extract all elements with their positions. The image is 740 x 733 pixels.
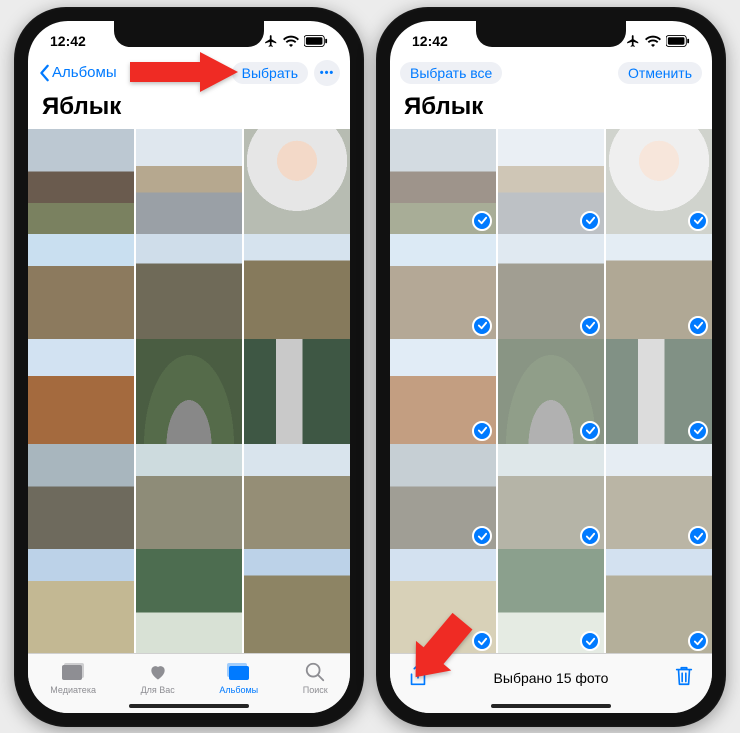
photo-thumbnail[interactable] bbox=[28, 549, 134, 652]
home-indicator[interactable] bbox=[491, 704, 611, 708]
photo-thumbnail[interactable] bbox=[498, 444, 604, 550]
tab-label: Альбомы bbox=[219, 685, 258, 695]
photo-thumbnail[interactable] bbox=[28, 339, 134, 445]
selection-status: Выбрано 15 фото bbox=[494, 670, 609, 686]
photo-thumbnail[interactable] bbox=[606, 339, 712, 445]
photo-thumbnail[interactable] bbox=[606, 234, 712, 340]
photo-grid[interactable] bbox=[28, 129, 350, 653]
photo-thumbnail[interactable] bbox=[136, 444, 242, 550]
photo-thumbnail[interactable] bbox=[498, 549, 604, 652]
select-button[interactable]: Выбрать bbox=[232, 62, 308, 84]
tab-label: Поиск bbox=[303, 685, 328, 695]
tab-search[interactable]: Поиск bbox=[303, 661, 328, 695]
photo-thumbnail[interactable] bbox=[390, 129, 496, 235]
selection-checkmark bbox=[472, 421, 492, 441]
photo-grid[interactable] bbox=[390, 129, 712, 653]
nav-bar-left: Альбомы Выбрать ••• bbox=[28, 55, 350, 91]
select-all-button[interactable]: Выбрать все bbox=[400, 62, 502, 84]
share-icon bbox=[408, 664, 428, 688]
photo-thumbnail[interactable] bbox=[498, 234, 604, 340]
selection-checkmark bbox=[580, 526, 600, 546]
chevron-left-icon bbox=[38, 64, 52, 82]
selection-checkmark bbox=[580, 316, 600, 336]
photo-thumbnail[interactable] bbox=[244, 339, 350, 445]
delete-button[interactable] bbox=[674, 665, 694, 692]
screen-right: 12:42 Выбрать все Отменить Яблык Выбрано… bbox=[390, 21, 712, 713]
tab-albums[interactable]: Альбомы bbox=[219, 661, 258, 695]
status-time: 12:42 bbox=[50, 33, 86, 49]
wifi-icon bbox=[283, 35, 299, 47]
selection-checkmark bbox=[688, 421, 708, 441]
tab-label: Для Вас bbox=[141, 685, 175, 695]
tab-library[interactable]: Медиатека bbox=[50, 661, 96, 695]
photo-thumbnail[interactable] bbox=[498, 339, 604, 445]
cancel-button[interactable]: Отменить bbox=[618, 62, 702, 84]
photo-thumbnail[interactable] bbox=[244, 444, 350, 550]
airplane-icon bbox=[264, 34, 278, 48]
back-button[interactable]: Альбомы bbox=[38, 64, 117, 82]
status-indicators bbox=[626, 34, 690, 48]
phone-left: 12:42 Альбомы Выбрать ••• Яблык Медиатек… bbox=[14, 7, 364, 727]
photo-thumbnail[interactable] bbox=[498, 129, 604, 235]
selection-checkmark bbox=[688, 526, 708, 546]
trash-icon bbox=[674, 665, 694, 687]
foryou-icon bbox=[146, 661, 170, 683]
selection-checkmark bbox=[580, 421, 600, 441]
battery-icon bbox=[304, 35, 328, 47]
notch bbox=[476, 21, 626, 47]
photo-thumbnail[interactable] bbox=[136, 234, 242, 340]
selection-checkmark bbox=[688, 631, 708, 651]
selection-checkmark bbox=[580, 211, 600, 231]
photo-thumbnail[interactable] bbox=[390, 339, 496, 445]
selection-checkmark bbox=[472, 631, 492, 651]
airplane-icon bbox=[626, 34, 640, 48]
photo-thumbnail[interactable] bbox=[244, 234, 350, 340]
selection-checkmark bbox=[472, 526, 492, 546]
back-label: Альбомы bbox=[52, 64, 117, 81]
photo-thumbnail[interactable] bbox=[28, 129, 134, 235]
selection-checkmark bbox=[472, 316, 492, 336]
photo-thumbnail[interactable] bbox=[136, 129, 242, 235]
screen-left: 12:42 Альбомы Выбрать ••• Яблык Медиатек… bbox=[28, 21, 350, 713]
albums-icon bbox=[227, 661, 251, 683]
status-indicators bbox=[264, 34, 328, 48]
wifi-icon bbox=[645, 35, 661, 47]
tab-foryou[interactable]: Для Вас bbox=[141, 661, 175, 695]
album-title: Яблык bbox=[390, 91, 712, 129]
selection-checkmark bbox=[688, 316, 708, 336]
more-button[interactable]: ••• bbox=[314, 60, 340, 86]
share-button[interactable] bbox=[408, 664, 428, 693]
photo-thumbnail[interactable] bbox=[28, 234, 134, 340]
nav-bar-right: Выбрать все Отменить bbox=[390, 55, 712, 91]
tab-label: Медиатека bbox=[50, 685, 96, 695]
selection-checkmark bbox=[472, 211, 492, 231]
library-icon bbox=[61, 661, 85, 683]
album-title: Яблык bbox=[28, 91, 350, 129]
photo-thumbnail[interactable] bbox=[28, 444, 134, 550]
photo-thumbnail[interactable] bbox=[390, 444, 496, 550]
photo-thumbnail[interactable] bbox=[244, 549, 350, 652]
photo-thumbnail[interactable] bbox=[136, 339, 242, 445]
photo-thumbnail[interactable] bbox=[136, 549, 242, 652]
selection-checkmark bbox=[580, 631, 600, 651]
photo-thumbnail[interactable] bbox=[606, 129, 712, 235]
photo-thumbnail[interactable] bbox=[606, 444, 712, 550]
selection-checkmark bbox=[688, 211, 708, 231]
photo-thumbnail[interactable] bbox=[606, 549, 712, 652]
home-indicator[interactable] bbox=[129, 704, 249, 708]
search-icon bbox=[303, 661, 327, 683]
photo-thumbnail[interactable] bbox=[244, 129, 350, 235]
phone-right: 12:42 Выбрать все Отменить Яблык Выбрано… bbox=[376, 7, 726, 727]
status-time: 12:42 bbox=[412, 33, 448, 49]
battery-icon bbox=[666, 35, 690, 47]
notch bbox=[114, 21, 264, 47]
photo-thumbnail[interactable] bbox=[390, 549, 496, 652]
photo-thumbnail[interactable] bbox=[390, 234, 496, 340]
